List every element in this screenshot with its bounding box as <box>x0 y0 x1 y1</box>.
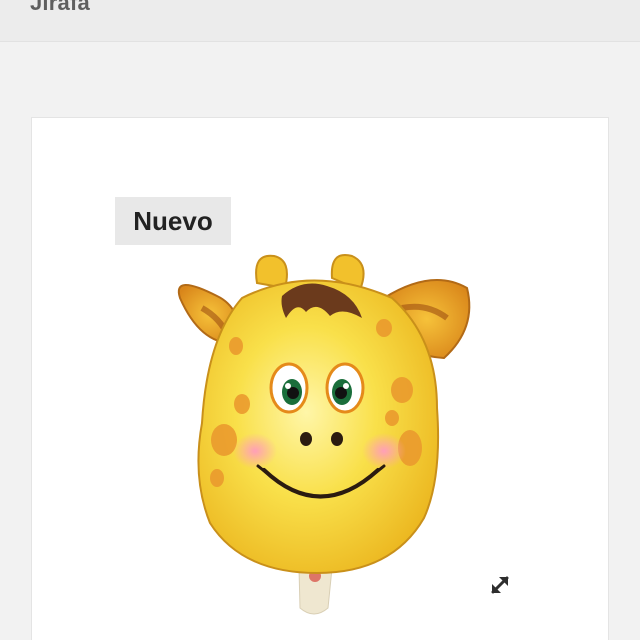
right-cheek <box>362 433 406 469</box>
page-title: Jirafa <box>30 0 90 15</box>
expand-image-button[interactable] <box>485 570 515 600</box>
left-eye <box>269 362 309 414</box>
page: Jirafa Nuevo <box>0 0 640 640</box>
giraffe-head <box>197 279 440 575</box>
header-bar: Jirafa <box>0 0 640 42</box>
expand-arrows-icon <box>491 576 509 594</box>
left-cheek <box>233 433 277 469</box>
product-card: Nuevo <box>31 117 609 640</box>
right-nostril <box>331 432 343 446</box>
right-eye <box>325 362 365 414</box>
new-badge: Nuevo <box>115 197 231 245</box>
left-nostril <box>300 432 312 446</box>
product-image[interactable] <box>92 178 552 640</box>
